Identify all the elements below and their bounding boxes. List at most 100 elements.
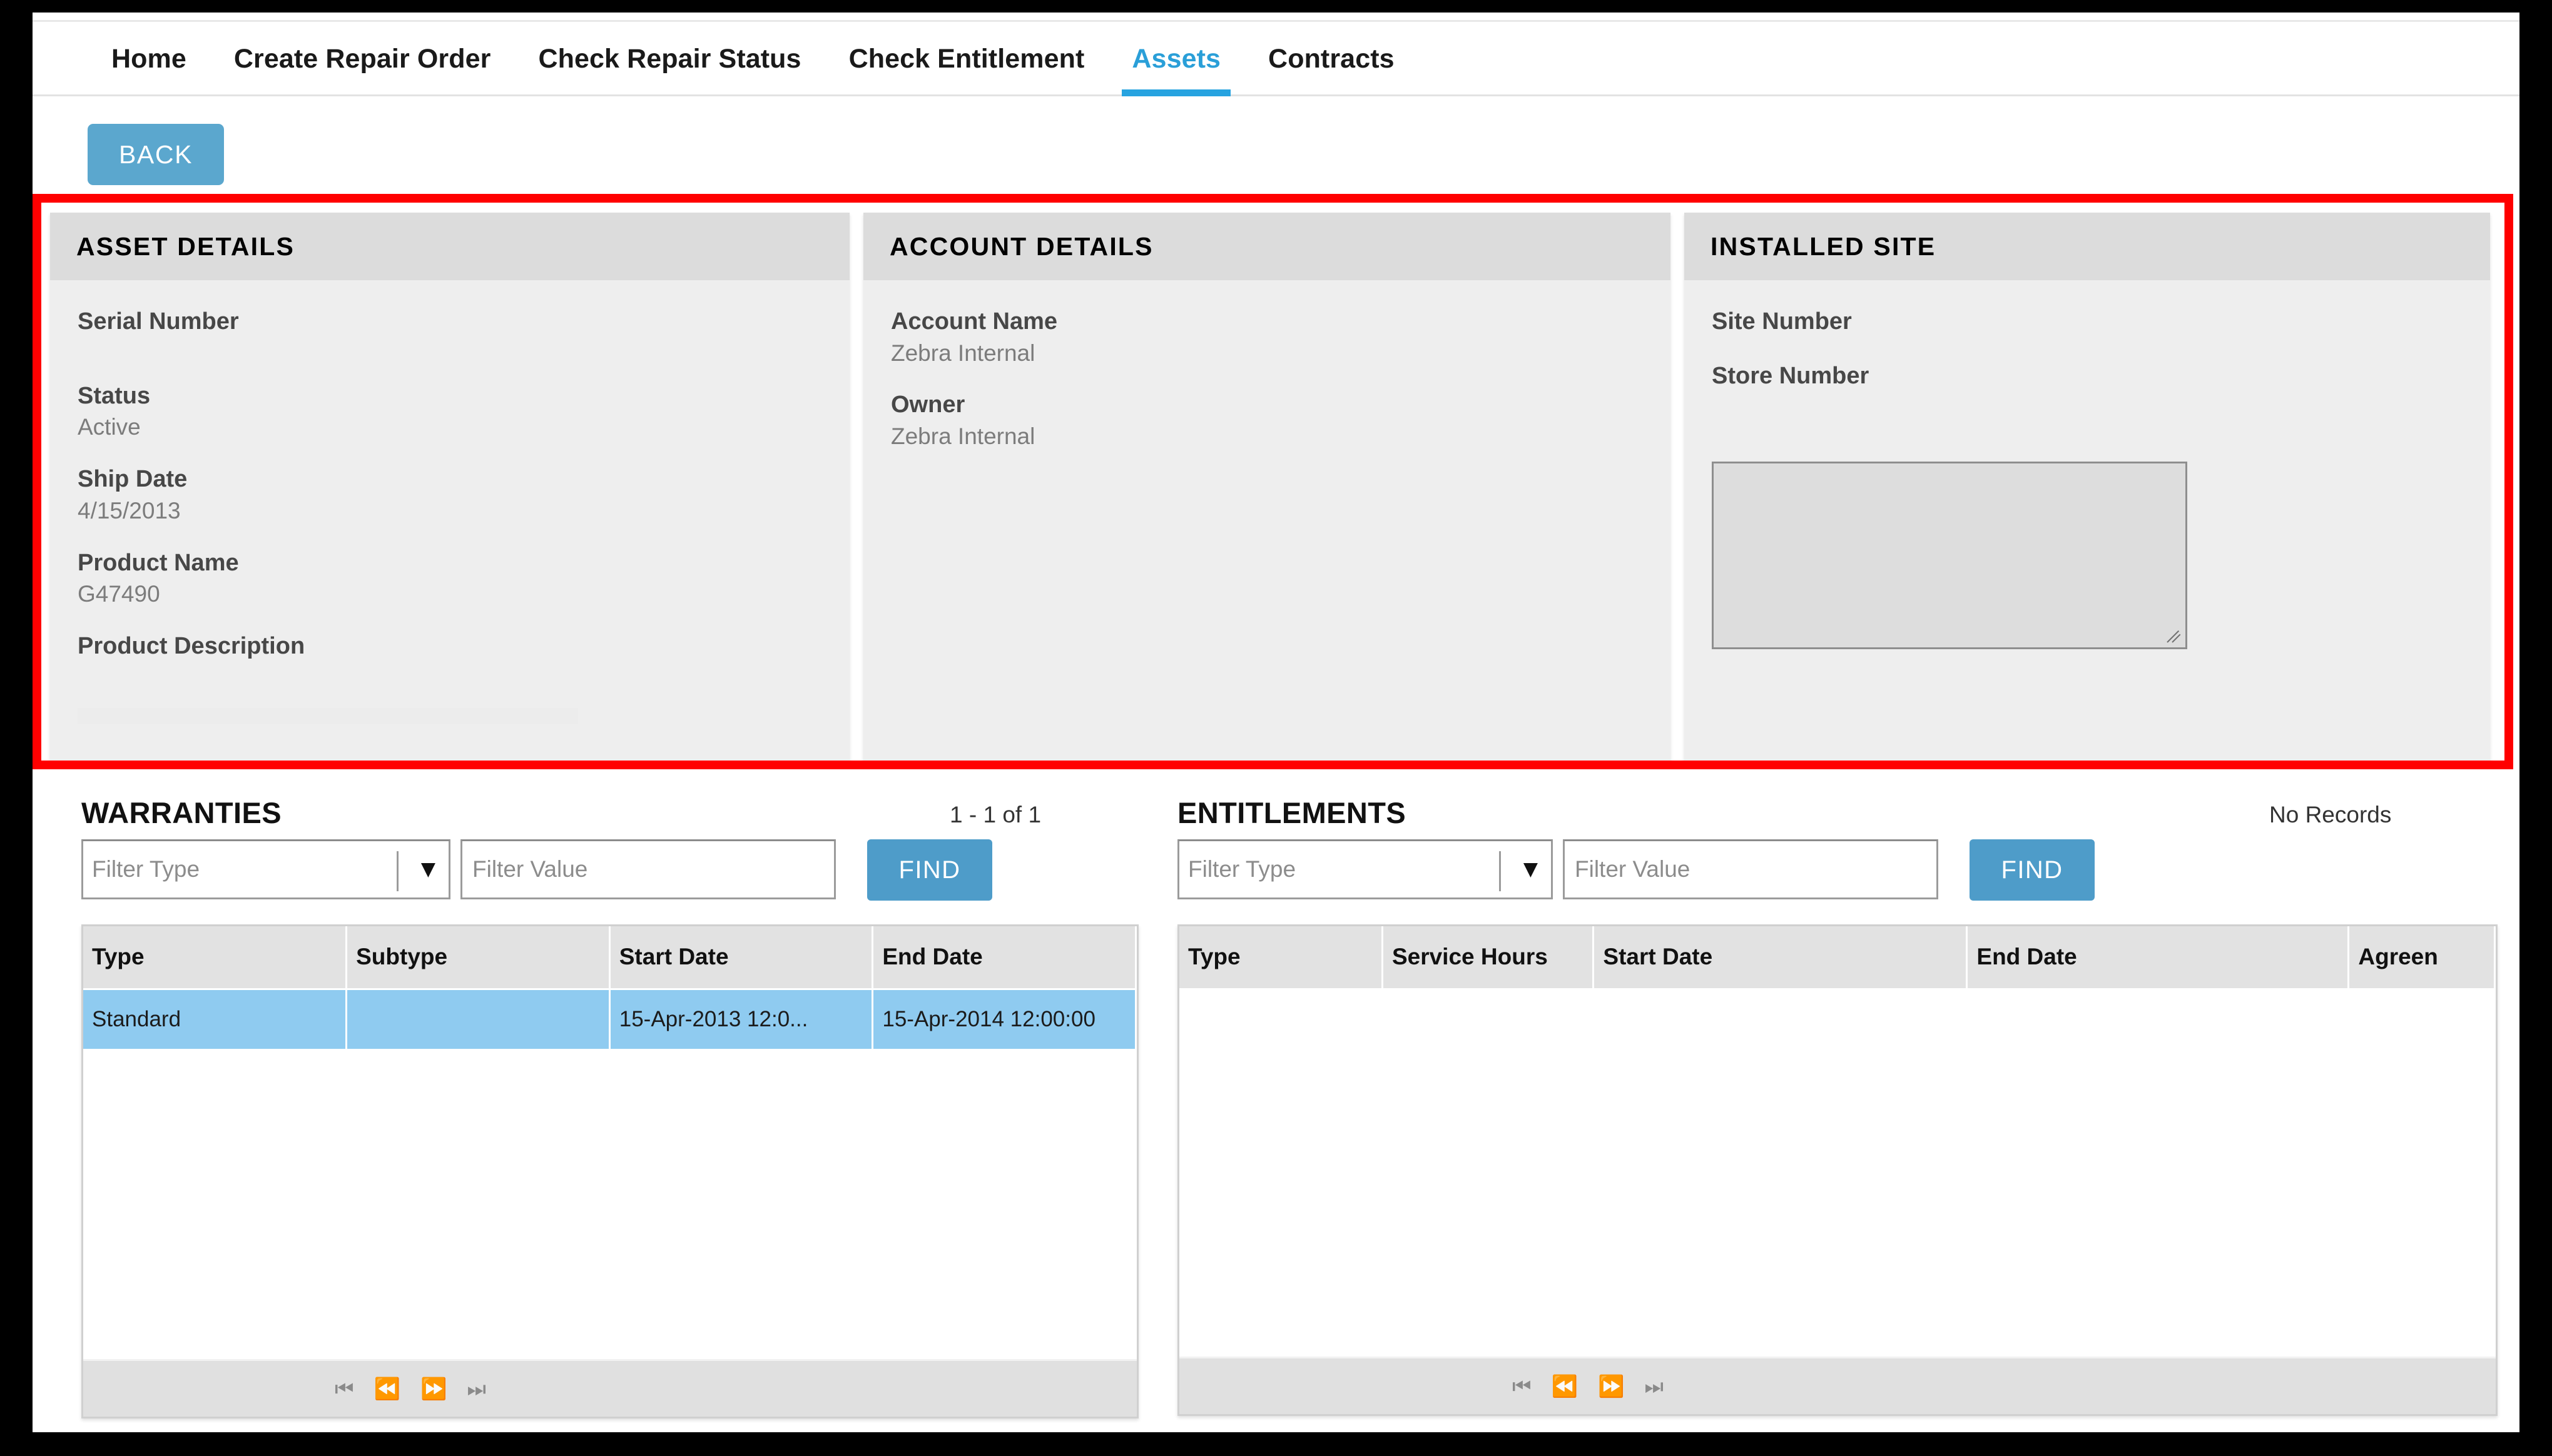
table-cell-empty [609, 1109, 873, 1169]
field-label: Site Number [1712, 308, 1852, 335]
field-label: Status [78, 382, 151, 409]
field-account-name: Account Name Zebra Internal [891, 306, 1643, 368]
chevron-down-icon: ▾ [421, 852, 435, 882]
field-label: Owner [891, 392, 965, 418]
prev-page-icon[interactable]: ⏪ [1552, 1376, 1578, 1397]
table-empty-row [83, 1169, 1136, 1229]
nav-item-check-entitlement[interactable]: Check Entitlement [825, 22, 1109, 96]
entitlements-section: ENTITLEMENTS No Records Filter Type ▾ FI… [1146, 782, 2504, 1416]
field-site-number: Site Number [1712, 306, 2463, 337]
table-cell-empty [347, 1289, 610, 1349]
screenshot-frame: Home Create Repair Order Check Repair Stat… [0, 0, 2552, 1456]
nav-item-contracts[interactable]: Contracts [1244, 22, 1418, 96]
warranties-table: Type Subtype Start Date End Date Standard 15… [83, 926, 1137, 1349]
entitlements-title: ENTITLEMENTS [1177, 796, 1406, 829]
entitlements-pager: ⏮ ⏪ ⏩ ⏭ [1179, 1357, 2496, 1414]
first-page-icon[interactable]: ⏮ [335, 1378, 354, 1400]
select-separator [1499, 851, 1501, 891]
nav-item-create-repair-order[interactable]: Create Repair Order [210, 22, 515, 96]
table-cell-empty [609, 1289, 873, 1349]
field-label: Serial Number [78, 308, 239, 335]
table-cell-empty [1179, 1109, 1382, 1169]
column-header[interactable]: Type [1179, 926, 1383, 990]
nav-item-home[interactable]: Home [88, 22, 210, 96]
entitlements-filter-row: Filter Type ▾ FIND [1177, 839, 2095, 901]
column-header[interactable]: End Date [1966, 926, 2350, 990]
warranties-filter-row: Filter Type ▾ FIND [81, 839, 992, 901]
chevron-down-icon: ▾ [1523, 852, 1537, 882]
grids-region: WARRANTIES 1 - 1 of 1 Filter Type ▾ FIND… [33, 782, 2519, 1432]
asset-details-body: Serial Number Status Active Ship Date 4/… [50, 280, 850, 763]
entitlements-filter-type-select[interactable]: Filter Type ▾ [1177, 839, 1553, 899]
entitlements-record-count: No Records [2269, 802, 2392, 827]
select-placeholder: Filter Type [92, 856, 200, 882]
table-cell-empty [2349, 1109, 2495, 1169]
table-row[interactable]: Standard 15-Apr-2013 12:0... 15-Apr-2014 1… [83, 989, 1137, 1049]
table-empty-row [1179, 1229, 2495, 1289]
column-header[interactable]: Type [83, 926, 348, 990]
select-separator [397, 851, 399, 891]
table-cell-empty [1967, 1289, 2349, 1349]
field-product-description: Product Description [78, 631, 822, 662]
column-header[interactable]: End Date [872, 926, 1137, 990]
field-label: Store Number [1712, 362, 1869, 389]
asset-details-title: ASSET DETAILS [50, 213, 850, 280]
column-header[interactable]: Agreen [2348, 926, 2496, 990]
table-cell-empty [1382, 1229, 1593, 1289]
warranties-header: WARRANTIES 1 - 1 of 1 [50, 782, 1126, 839]
main-navigation: Home Create Repair Order Check Repair Stat… [33, 20, 2519, 96]
table-cell-empty [1594, 1229, 1967, 1289]
table-cell-empty [83, 1109, 347, 1169]
entitlements-find-button[interactable]: FIND [1970, 839, 2095, 901]
warranties-filter-value-input[interactable] [460, 839, 836, 899]
next-page-icon[interactable]: ⏩ [1598, 1376, 1624, 1397]
field-product-name: Product Name G47490 [78, 548, 822, 610]
field-value: Active [78, 414, 141, 440]
table-cell-empty [1179, 1049, 1382, 1109]
table-cell-empty [609, 1229, 873, 1289]
last-page-icon[interactable]: ⏭ [1644, 1376, 1664, 1397]
warranties-title: WARRANTIES [81, 796, 282, 829]
table-cell-empty [873, 1049, 1136, 1109]
last-page-icon[interactable]: ⏭ [467, 1378, 486, 1400]
field-status: Status Active [78, 381, 822, 443]
warranties-find-button[interactable]: FIND [867, 839, 992, 901]
field-serial-number: Serial Number [78, 306, 822, 337]
nav-item-check-repair-status[interactable]: Check Repair Status [514, 22, 825, 96]
table-cell-empty [1594, 1289, 1967, 1349]
table-cell-empty [1594, 989, 1967, 1049]
account-details-body: Account Name Zebra Internal Owner Zebra … [863, 280, 1670, 763]
installed-site-textarea[interactable] [1712, 462, 2187, 649]
table-empty-row [83, 1049, 1136, 1109]
nav-item-assets[interactable]: Assets [1108, 22, 1244, 96]
table-cell-empty [1967, 1229, 2349, 1289]
column-header[interactable]: Service Hours [1382, 926, 1595, 990]
column-header[interactable]: Start Date [609, 926, 874, 990]
entitlements-table: Type Service Hours Start Date End Date Agree… [1179, 926, 2496, 1349]
field-label: Product Description [78, 632, 305, 659]
column-header[interactable]: Subtype [346, 926, 611, 990]
table-cell-empty [609, 1169, 873, 1229]
table-cell-empty [1179, 1169, 1382, 1229]
entitlements-filter-value-input[interactable] [1563, 839, 1938, 899]
table-cell-empty [1967, 989, 2349, 1049]
table-cell-empty [347, 1109, 610, 1169]
back-button[interactable]: BACK [88, 124, 224, 185]
table-cell-empty [2349, 1169, 2495, 1229]
detail-panels: ASSET DETAILS Serial Number Status Activ… [50, 213, 2490, 763]
prev-page-icon[interactable]: ⏪ [374, 1378, 400, 1400]
warranties-section: WARRANTIES 1 - 1 of 1 Filter Type ▾ FIND… [50, 782, 1139, 1418]
table-cell [346, 989, 611, 1049]
table-empty-row [83, 1229, 1136, 1289]
field-store-number: Store Number [1712, 361, 2463, 392]
table-empty-row [1179, 1289, 2495, 1349]
field-value: Zebra Internal [891, 340, 1035, 366]
table-cell-empty [1382, 989, 1593, 1049]
table-empty-row [1179, 1049, 2495, 1109]
column-header[interactable]: Start Date [1593, 926, 1968, 990]
table-header-row: Type Service Hours Start Date End Date Agree… [1179, 926, 2496, 990]
first-page-icon[interactable]: ⏮ [1512, 1376, 1532, 1397]
next-page-icon[interactable]: ⏩ [420, 1378, 447, 1400]
warranties-filter-type-select[interactable]: Filter Type ▾ [81, 839, 450, 899]
table-cell-empty [83, 1229, 347, 1289]
